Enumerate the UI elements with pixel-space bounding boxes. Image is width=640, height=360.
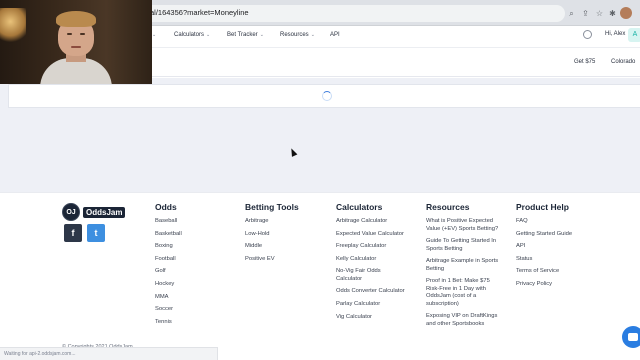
footer-link[interactable]: Basketball	[155, 231, 182, 237]
footer-column-product-help: Product Help FAQ Getting Started Guide A…	[516, 202, 572, 294]
footer-heading: Resources	[426, 202, 470, 212]
nav-item-calculators[interactable]: Calculators ⌄	[174, 32, 210, 38]
logo-text: OddsJam	[83, 206, 126, 218]
footer-link[interactable]: MMA	[155, 294, 182, 300]
chevron-down-icon: ⌄	[206, 32, 211, 38]
footer-link[interactable]: Kelly Calculator	[336, 256, 418, 262]
star-icon[interactable]: ☆	[594, 8, 605, 19]
address-bar-url[interactable]: al/164356?market=Moneyline	[150, 8, 249, 17]
footer-link[interactable]: FAQ	[516, 218, 572, 224]
footer-link[interactable]: Low-Hold	[245, 231, 299, 237]
footer-link[interactable]: What is Positive Expected Value (+EV) Sp…	[426, 218, 504, 233]
footer-link[interactable]: Expected Value Calculator	[336, 231, 418, 237]
footer-link[interactable]: Exposing VIP on DraftKings and other Spo…	[426, 313, 504, 328]
person-mouth	[71, 46, 81, 48]
person-eye	[67, 33, 72, 35]
person-eye	[80, 33, 85, 35]
footer-heading: Betting Tools	[245, 202, 299, 212]
logo-mark-icon: OJ	[62, 203, 80, 221]
footer-link[interactable]: Soccer	[155, 306, 182, 312]
webcam-overlay	[0, 0, 152, 84]
footer-link[interactable]: Middle	[245, 243, 299, 249]
nav-item-resources[interactable]: Resources ⌄	[280, 32, 315, 38]
chevron-down-icon: ⌄	[310, 32, 315, 38]
nav-item-api[interactable]: API	[330, 32, 340, 38]
footer-link[interactable]: Odds Converter Calculator	[336, 288, 418, 294]
nav-item-label: API	[330, 32, 340, 38]
user-greeting[interactable]: Hi, Alex	[605, 31, 625, 37]
footer-link[interactable]: Arbitrage	[245, 218, 299, 224]
footer-link[interactable]: Vig Calculator	[336, 314, 418, 320]
footer-link[interactable]: Arbitrage Calculator	[336, 218, 418, 224]
loading-spinner-icon	[322, 91, 332, 101]
avatar[interactable]: A	[628, 28, 640, 42]
footer-link[interactable]: Freeplay Calculator	[336, 243, 418, 249]
search-icon[interactable]	[583, 30, 592, 39]
share-icon[interactable]: ⇪	[580, 8, 591, 19]
footer-column-calculators: Calculators Arbitrage Calculator Expecte…	[336, 202, 418, 326]
state-selector[interactable]: Colorado	[611, 59, 635, 65]
person-hair	[56, 11, 96, 27]
footer-link[interactable]: Tennis	[155, 319, 182, 325]
profile-icon[interactable]	[620, 7, 632, 19]
footer-heading: Calculators	[336, 202, 383, 212]
chat-support-icon[interactable]	[622, 326, 640, 348]
footer-link[interactable]: Golf	[155, 268, 182, 274]
lamp-light	[0, 8, 26, 42]
footer-logo[interactable]: OJ OddsJam	[62, 203, 126, 221]
extensions-puzzle-icon[interactable]: ✱	[607, 8, 618, 19]
footer-link[interactable]: Getting Started Guide	[516, 231, 572, 237]
nav-item-label: Calculators	[174, 32, 205, 38]
chevron-down-icon: ⌄	[259, 32, 264, 38]
footer-heading: Product Help	[516, 202, 569, 212]
footer-column-odds: Odds Baseball Basketball Boxing Football…	[155, 202, 182, 331]
footer-link[interactable]: Terms of Service	[516, 268, 572, 274]
footer-link[interactable]: Proof in 1 Bet: Make $75 Risk-Free in 1 …	[426, 278, 504, 308]
footer-link[interactable]: Arbitrage Example in Sports Betting	[426, 258, 504, 273]
footer-link[interactable]: Hockey	[155, 281, 182, 287]
nav-item-bet-tracker[interactable]: Bet Tracker ⌄	[227, 32, 264, 38]
browser-status-bar: Waiting for api-2.oddsjam.com...	[0, 347, 218, 360]
footer-link[interactable]: API	[516, 243, 572, 249]
nav-item-label: Resources	[280, 32, 309, 38]
facebook-icon[interactable]: f	[64, 224, 82, 242]
search-icon[interactable]: ⌕	[566, 8, 577, 19]
footer-link[interactable]: Status	[516, 256, 572, 262]
footer-link[interactable]: Privacy Policy	[516, 281, 572, 287]
get-promo-link[interactable]: Get $75	[574, 59, 595, 65]
footer-link[interactable]: Football	[155, 256, 182, 262]
footer-link[interactable]: Parlay Calculator	[336, 301, 418, 307]
chevron-down-icon: ⌄	[152, 32, 157, 38]
footer-link[interactable]: No-Vig Fair Odds Calculator	[336, 268, 388, 283]
twitter-icon[interactable]: t	[87, 224, 105, 242]
footer-link[interactable]: Positive EV	[245, 256, 299, 262]
footer-column-betting-tools: Betting Tools Arbitrage Low-Hold Middle …	[245, 202, 299, 268]
nav-item-label: Bet Tracker	[227, 32, 258, 38]
footer-heading: Odds	[155, 202, 177, 212]
footer-link[interactable]: Boxing	[155, 243, 182, 249]
footer-link[interactable]: Guide To Getting Started In Sports Betti…	[426, 238, 504, 253]
footer-column-resources: Resources What is Positive Expected Valu…	[426, 202, 504, 333]
footer-link[interactable]: Baseball	[155, 218, 182, 224]
